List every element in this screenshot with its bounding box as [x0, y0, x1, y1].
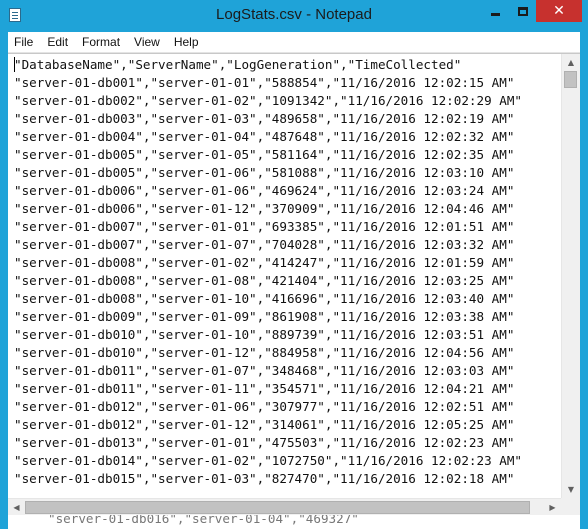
vertical-scrollbar[interactable]: ▲ ▼: [561, 54, 580, 498]
menu-edit[interactable]: Edit: [40, 32, 75, 53]
title-bar[interactable]: LogStats.csv - Notepad ✕: [0, 0, 588, 32]
menu-view[interactable]: View: [127, 32, 167, 53]
csv-data-line: "server-01-db015","server-01-03","827470…: [14, 471, 515, 486]
csv-data-line: "server-01-db011","server-01-07","348468…: [14, 363, 515, 378]
csv-data-line: "server-01-db012","server-01-12","314061…: [14, 417, 515, 432]
minimize-icon: [491, 12, 500, 16]
scroll-up-icon[interactable]: ▲: [562, 54, 580, 71]
csv-data-line: "server-01-db005","server-01-06","581088…: [14, 165, 515, 180]
menu-help[interactable]: Help: [167, 32, 206, 53]
csv-data-line: "server-01-db010","server-01-10","889739…: [14, 327, 515, 342]
csv-data-line: "server-01-db014","server-01-02","107275…: [14, 453, 522, 468]
csv-data-line: "server-01-db011","server-01-11","354571…: [14, 381, 515, 396]
csv-data-line: "server-01-db010","server-01-12","884958…: [14, 345, 515, 360]
csv-data-line: "server-01-db004","server-01-04","487648…: [14, 129, 515, 144]
vertical-scroll-thumb[interactable]: [564, 71, 577, 88]
horizontal-scroll-thumb[interactable]: [25, 501, 530, 514]
csv-data-line: "server-01-db006","server-01-06","469624…: [14, 183, 515, 198]
scrollbar-corner: [561, 498, 580, 516]
csv-data-line: "server-01-db008","server-01-10","416696…: [14, 291, 515, 306]
maximize-icon: [517, 6, 528, 16]
text-caret: [14, 57, 15, 72]
scroll-right-icon[interactable]: ▶: [544, 499, 561, 516]
close-button[interactable]: ✕: [536, 0, 582, 22]
menu-file[interactable]: File: [8, 32, 40, 53]
csv-data-line: "server-01-db008","server-01-02","414247…: [14, 255, 515, 270]
menu-bar: File Edit Format View Help: [8, 32, 580, 53]
csv-data-line: "server-01-db007","server-01-01","693385…: [14, 219, 515, 234]
csv-data-line: "server-01-db013","server-01-01","475503…: [14, 435, 515, 450]
csv-data-line: "server-01-db003","server-01-03","489658…: [14, 111, 515, 126]
csv-header-line: "DatabaseName","ServerName","LogGenerati…: [14, 57, 462, 72]
document-text-area[interactable]: "DatabaseName","ServerName","LogGenerati…: [8, 54, 561, 498]
csv-data-line: "server-01-db008","server-01-08","421404…: [14, 273, 515, 288]
horizontal-scrollbar[interactable]: ◀ ▶: [8, 498, 561, 516]
csv-data-line: "server-01-db006","server-01-12","370909…: [14, 201, 515, 216]
csv-data-line: "server-01-db007","server-01-07","704028…: [14, 237, 515, 252]
text-editor[interactable]: "DatabaseName","ServerName","LogGenerati…: [8, 53, 580, 516]
menu-format[interactable]: Format: [75, 32, 127, 53]
notepad-window: LogStats.csv - Notepad ✕ File Edit Forma…: [0, 0, 588, 529]
csv-data-line: "server-01-db005","server-01-05","581164…: [14, 147, 515, 162]
scroll-down-icon[interactable]: ▼: [562, 481, 580, 498]
close-icon: ✕: [553, 3, 565, 19]
csv-data-line: "server-01-db009","server-01-09","861908…: [14, 309, 515, 324]
csv-data-line: "server-01-db001","server-01-01","588854…: [14, 75, 515, 90]
maximize-button[interactable]: [509, 0, 536, 22]
document-lines: "DatabaseName","ServerName","LogGenerati…: [8, 54, 561, 488]
partial-line-peek: "server-01-db016","server-01-04","469327…: [8, 515, 580, 529]
partial-next-line: "server-01-db016","server-01-04","469327…: [48, 515, 359, 526]
csv-data-line: "server-01-db012","server-01-06","307977…: [14, 399, 515, 414]
csv-data-line: "server-01-db002","server-01-02","109134…: [14, 93, 522, 108]
scroll-left-icon[interactable]: ◀: [8, 499, 25, 516]
minimize-button[interactable]: [482, 0, 509, 22]
